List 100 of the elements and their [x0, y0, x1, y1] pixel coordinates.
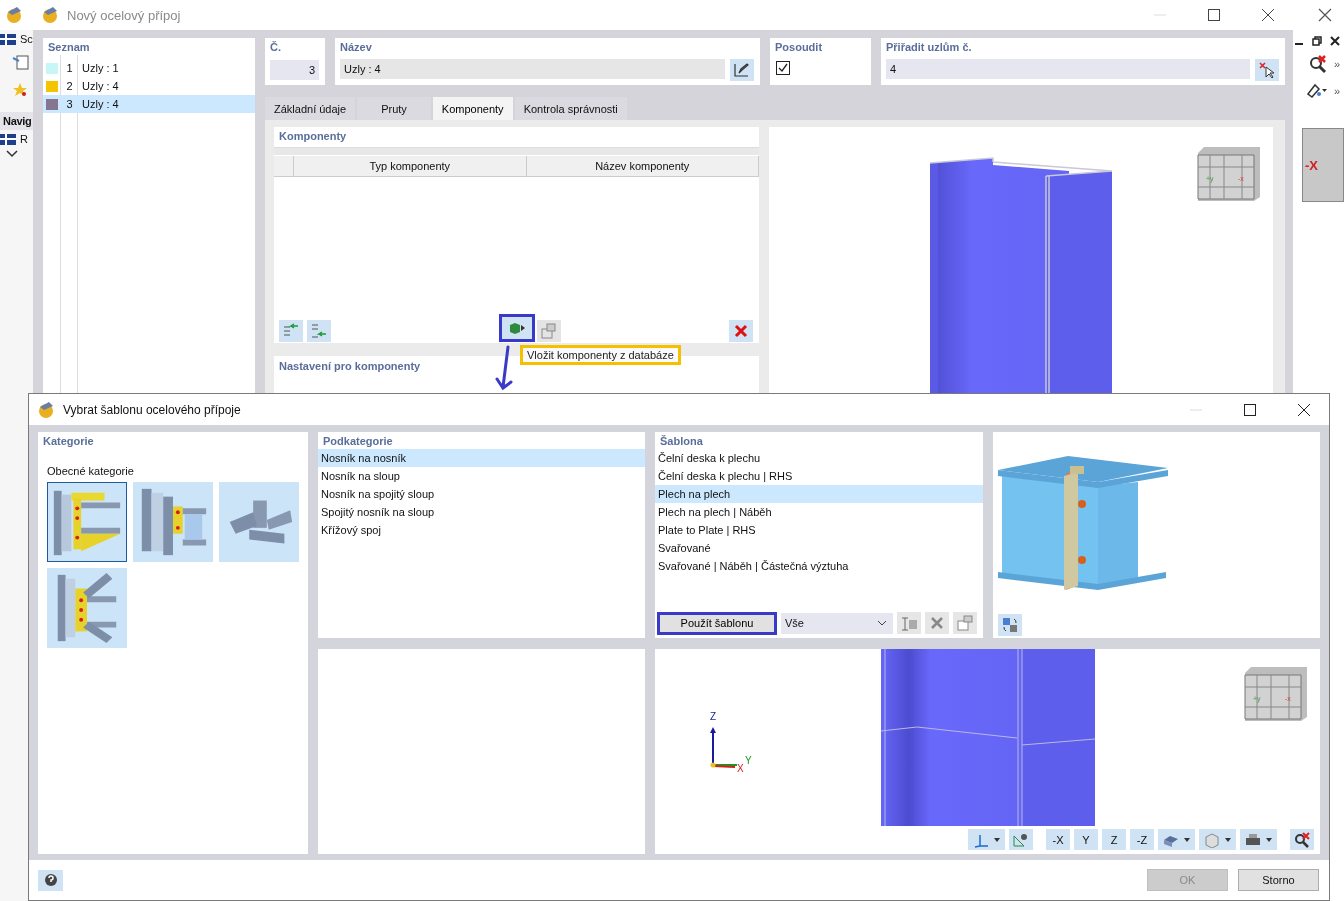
group-label: Obecné kategorie: [46, 464, 135, 479]
delete-button[interactable]: [729, 320, 753, 342]
category-tile[interactable]: [133, 482, 213, 562]
view-direction-button[interactable]: -Z: [1130, 829, 1154, 850]
navigator-title: Navig: [0, 112, 33, 130]
list-item[interactable]: Svařované | Náběh | Částečná výztuha: [655, 557, 983, 575]
overflow-mark[interactable]: »: [1333, 58, 1340, 70]
app-logo-icon: [37, 400, 55, 419]
number-field[interactable]: 3: [270, 60, 319, 80]
list-item[interactable]: Čelní deska k plechu | RHS: [655, 467, 983, 485]
pencil-icon[interactable]: [1305, 82, 1328, 100]
list-item[interactable]: Nosník na spojitý sloup: [318, 485, 645, 503]
delete-icon: [930, 616, 944, 630]
pick-button[interactable]: [1255, 59, 1279, 81]
list-item[interactable]: 1 Uzly : 1: [43, 59, 255, 77]
list-item[interactable]: Plate to Plate | RHS: [655, 521, 983, 539]
app-logo-icon: [41, 6, 59, 24]
list-item[interactable]: 3 Uzly : 4: [43, 95, 255, 113]
close-icon[interactable]: [1318, 8, 1332, 22]
display-mode-button[interactable]: [1158, 829, 1195, 850]
app-logo-icon: [5, 6, 23, 24]
close-icon[interactable]: [1261, 8, 1275, 22]
field-label: Přiřadit uzlům č.: [885, 40, 973, 54]
view-direction-button[interactable]: Z: [1102, 829, 1126, 850]
window-title: Vybrat šablonu ocelového přípoje: [63, 402, 241, 417]
list-item[interactable]: Křížový spoj: [318, 521, 645, 539]
list-item[interactable]: Nosník na nosník: [318, 449, 645, 467]
reset-view-button[interactable]: [1290, 829, 1314, 850]
category-tile[interactable]: [47, 568, 127, 648]
category-tile[interactable]: [47, 482, 127, 562]
toolbar-label: Sc: [20, 33, 33, 45]
item-number: 2: [65, 80, 74, 92]
item-label: Uzly : 4: [81, 98, 119, 110]
search-icon[interactable]: [1307, 54, 1328, 74]
field-label: Název: [339, 40, 373, 54]
list-item[interactable]: Svařované: [655, 539, 983, 557]
panel-title: Komponenty: [278, 129, 348, 144]
list-arrow-icon: [282, 323, 300, 339]
close-icon[interactable]: [1330, 36, 1340, 46]
document-icon[interactable]: [12, 53, 30, 71]
category-tile[interactable]: [219, 482, 299, 562]
restore-icon[interactable]: [1312, 36, 1322, 46]
name-field[interactable]: Uzly : 4: [340, 59, 725, 79]
design-checkbox[interactable]: [776, 61, 790, 75]
box-icon: [1202, 831, 1233, 848]
list-item[interactable]: Nosník na sloup: [318, 467, 645, 485]
save-icon: [900, 615, 918, 631]
insert-icon: [508, 321, 526, 335]
tab[interactable]: Kontrola správnosti: [514, 97, 627, 120]
window-title: Nový ocelový přípoj: [67, 7, 181, 23]
swap-view-button[interactable]: [998, 614, 1022, 636]
help-icon: [43, 873, 58, 887]
close-icon[interactable]: [1297, 402, 1311, 417]
help-button[interactable]: [38, 869, 63, 891]
import-icon: [956, 615, 974, 631]
delete-icon: [734, 324, 748, 338]
search-icon: [1293, 831, 1311, 848]
filter-dropdown[interactable]: Vše: [781, 612, 893, 634]
axis-label: X: [737, 763, 744, 774]
column-header[interactable]: Typ komponenty: [294, 156, 527, 176]
maximize-icon[interactable]: [1243, 402, 1257, 417]
list-item[interactable]: Spojitý nosník na sloup: [318, 503, 645, 521]
caret-icon: [877, 620, 887, 626]
swap-icon: [1001, 616, 1019, 634]
tree-item[interactable]: R: [20, 133, 28, 145]
edit-button[interactable]: [730, 59, 754, 81]
printer-icon: [1243, 831, 1274, 848]
panel-title: Kategorie: [42, 434, 95, 449]
maximize-icon[interactable]: [1207, 8, 1221, 22]
apply-template-button[interactable]: Použít šablonu: [657, 611, 777, 635]
axis-label: Y: [745, 755, 752, 766]
view-direction-button[interactable]: -X: [1046, 829, 1070, 850]
print-button[interactable]: [1240, 829, 1277, 850]
tab[interactable]: Základní údaje: [265, 97, 356, 120]
measure-button[interactable]: [1009, 829, 1033, 850]
chevron-down-icon[interactable]: [6, 150, 18, 158]
pencil-icon: [734, 63, 750, 77]
list-item[interactable]: Plech na plech: [655, 485, 983, 503]
star-icon[interactable]: [12, 82, 28, 98]
overflow-mark[interactable]: »: [1333, 85, 1340, 97]
column-header[interactable]: Název komponenty: [526, 156, 759, 176]
nodes-field[interactable]: 4: [886, 59, 1250, 79]
item-label: Uzly : 1: [81, 62, 119, 74]
cancel-button[interactable]: Storno: [1238, 869, 1319, 891]
field-label: Posoudit: [774, 40, 824, 55]
field-label: Č.: [269, 40, 282, 55]
cube-label: -X: [1304, 157, 1318, 173]
item-number: 1: [65, 62, 74, 74]
tab[interactable]: Pruty: [357, 97, 431, 120]
axis-display-button[interactable]: [968, 829, 1005, 850]
item-label: Uzly : 4: [81, 80, 119, 92]
ruler-icon: [1012, 831, 1030, 848]
list-item[interactable]: Čelní deska k plechu: [655, 449, 983, 467]
list-item[interactable]: Plech na plech | Náběh: [655, 503, 983, 521]
list-item[interactable]: 2 Uzly : 4: [43, 77, 255, 95]
view-direction-button[interactable]: Y: [1074, 829, 1098, 850]
panel-title: Podkategorie: [322, 434, 394, 449]
tab[interactable]: Komponenty: [432, 97, 513, 120]
delete-template-button[interactable]: [925, 612, 949, 634]
insert-button[interactable]: [499, 314, 535, 342]
